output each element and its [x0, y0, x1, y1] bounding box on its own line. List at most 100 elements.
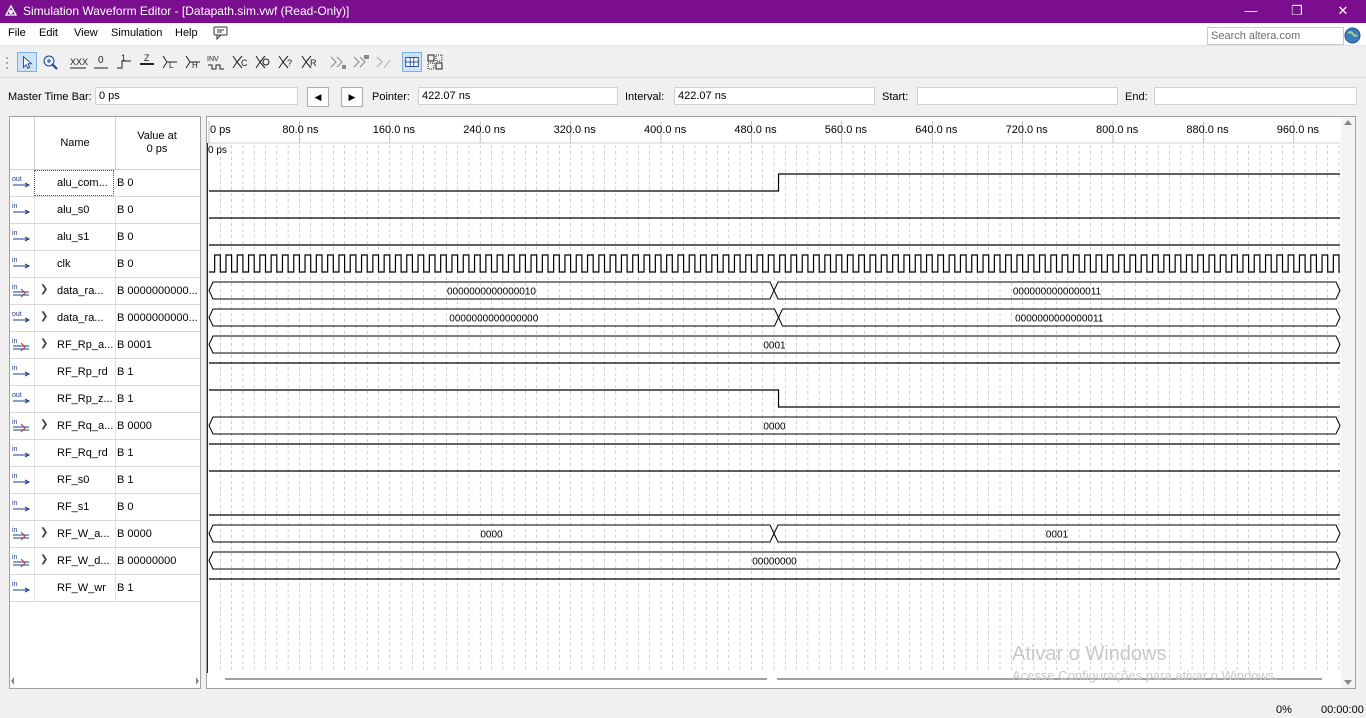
signal-value: B 0 — [117, 258, 134, 270]
value-column-header[interactable]: Value at 0 ps — [114, 130, 200, 156]
minimize-button[interactable]: — — [1228, 0, 1274, 23]
grid-view-icon[interactable] — [402, 52, 422, 72]
signal-row[interactable]: in ❯ data_ra... B 0000000000... — [10, 278, 200, 305]
signal-row[interactable]: in RF_s0 B 1 — [10, 467, 200, 494]
random-value-icon[interactable]: R — [299, 52, 319, 72]
signal-list-hscrollbar[interactable] — [9, 674, 201, 688]
weak-high-icon[interactable]: H — [183, 52, 203, 72]
expand-chevron-icon[interactable]: ❯ — [40, 284, 48, 295]
toolbar-grip — [6, 57, 8, 69]
progress-percent: 0% — [1276, 704, 1292, 716]
search-input[interactable]: Search altera.com — [1207, 27, 1344, 45]
snap-to-grid-icon[interactable] — [328, 52, 348, 72]
signal-row[interactable]: out ❯ data_ra... B 0000000000... — [10, 305, 200, 332]
input-pin-icon: in — [12, 230, 31, 242]
start-field[interactable] — [917, 87, 1118, 105]
signal-row[interactable]: in alu_s1 B 0 — [10, 224, 200, 251]
stretch-icon[interactable] — [351, 52, 371, 72]
time-tick-label: 160.0 ns — [373, 124, 416, 136]
time-tick-label: 560.0 ns — [825, 124, 868, 136]
signal-name: RF_Rp_a... — [57, 339, 114, 351]
pointer-field[interactable]: 422.07 ns — [418, 87, 618, 105]
svg-text:in: in — [12, 446, 18, 453]
menu-simulation[interactable]: Simulation — [111, 27, 162, 39]
expand-chevron-icon[interactable]: ❯ — [40, 338, 48, 349]
toolbar: XXX 0 1 Z L H INV C ? R — [0, 50, 1366, 78]
waveform-canvas[interactable]: 0 ps 80.0 ns 160.0 ns 240.0 ns 320.0 ns 400.0… — [206, 117, 1355, 688]
signal-row[interactable]: in ❯ RF_W_d... B 00000000 — [10, 548, 200, 575]
globe-icon[interactable] — [1344, 27, 1361, 44]
signal-row[interactable]: in RF_Rq_rd B 1 — [10, 440, 200, 467]
end-field[interactable] — [1154, 87, 1357, 105]
value-header-line1: Value at — [137, 130, 177, 142]
restore-button[interactable]: ❐ — [1274, 0, 1320, 23]
signal-row[interactable]: in ❯ RF_Rq_a... B 0000 — [10, 413, 200, 440]
high-impedance-icon[interactable]: Z — [137, 52, 157, 72]
bus-value-label: 0000000000000011 — [1015, 314, 1104, 325]
end-label: End: — [1125, 91, 1148, 103]
bus-value-label: 0000000000000011 — [1013, 287, 1102, 298]
signal-name: alu_com... — [57, 177, 108, 189]
signal-row[interactable]: in RF_s1 B 0 — [10, 494, 200, 521]
name-column-header[interactable]: Name — [34, 117, 116, 169]
expand-chevron-icon[interactable]: ❯ — [40, 554, 48, 565]
master-time-bar-field[interactable]: 0 ps — [95, 87, 298, 105]
activation-watermark-title: Ativar o Windows — [1012, 643, 1167, 665]
overwrite-clock-icon[interactable] — [253, 52, 273, 72]
window-title: Simulation Waveform Editor - [Datapath.s… — [23, 4, 350, 18]
weak-low-icon[interactable]: L — [160, 52, 180, 72]
selection-tool-icon[interactable] — [17, 52, 37, 72]
feedback-icon[interactable] — [213, 26, 229, 40]
arrow-left-icon: ◀ — [314, 92, 322, 102]
bus-value-label: 0001 — [763, 341, 786, 352]
signal-row[interactable]: in clk B 0 — [10, 251, 200, 278]
time-tick-label: 80.0 ns — [282, 124, 319, 136]
input-bus-icon: in — [12, 338, 29, 352]
svg-text:Z: Z — [144, 53, 150, 63]
bus-value-label: 0000 — [480, 530, 503, 541]
signal-row[interactable]: in ❯ RF_W_a... B 0000 — [10, 521, 200, 548]
svg-text:in: in — [12, 257, 18, 264]
signal-row[interactable]: in ❯ RF_Rp_a... B 0001 — [10, 332, 200, 359]
svg-text:L: L — [169, 61, 174, 70]
cursor-time-label: 0 ps — [208, 145, 227, 156]
menu-file[interactable]: File — [8, 27, 26, 39]
signal-name: RF_Rq_rd — [57, 447, 108, 459]
signal-name-cell[interactable] — [34, 251, 116, 277]
close-button[interactable]: ✕ — [1320, 0, 1366, 23]
force-low-icon[interactable]: 0 — [91, 52, 111, 72]
menu-help[interactable]: Help — [175, 27, 198, 39]
signal-row[interactable]: in RF_W_wr B 1 — [10, 575, 200, 602]
interval-field[interactable]: 422.07 ns — [674, 87, 875, 105]
signal-name: RF_Rq_a... — [57, 420, 114, 432]
svg-text:in: in — [12, 203, 18, 210]
time-tick-label: 240.0 ns — [463, 124, 506, 136]
signal-row[interactable]: in alu_s0 B 0 — [10, 197, 200, 224]
invert-icon[interactable]: INV — [206, 52, 226, 72]
signal-row[interactable]: out RF_Rp_z... B 1 — [10, 386, 200, 413]
svg-text:in: in — [12, 473, 18, 480]
input-pin-icon: in — [12, 257, 31, 269]
uninitialized-icon[interactable]: XXX — [68, 52, 88, 72]
signal-list-panel: Name Value at 0 ps out alu_com... B 0 in alu… — [9, 116, 201, 689]
compress-icon[interactable] — [374, 52, 394, 72]
svg-text:in: in — [12, 581, 18, 588]
signal-name: alu_s0 — [57, 204, 90, 216]
force-high-icon[interactable]: 1 — [114, 52, 134, 72]
expand-chevron-icon[interactable]: ❯ — [40, 311, 48, 322]
expand-chevron-icon[interactable]: ❯ — [40, 419, 48, 430]
previous-transition-button[interactable]: ◀ — [307, 87, 329, 107]
bus-value-label: 0001 — [1046, 530, 1069, 541]
next-transition-button[interactable]: ▶ — [341, 87, 363, 107]
zoom-tool-icon[interactable] — [40, 52, 60, 72]
waveform-panel[interactable]: 0 ps 80.0 ns 160.0 ns 240.0 ns 320.0 ns 400.0… — [206, 116, 1356, 689]
arbitrary-value-icon[interactable]: ? — [276, 52, 296, 72]
group-icon[interactable] — [425, 52, 445, 72]
count-value-icon[interactable]: C — [230, 52, 250, 72]
signal-row[interactable]: out alu_com... B 0 — [10, 170, 200, 197]
menu-edit[interactable]: Edit — [39, 27, 58, 39]
signal-row[interactable]: in RF_Rp_rd B 1 — [10, 359, 200, 386]
menu-view[interactable]: View — [74, 27, 98, 39]
expand-chevron-icon[interactable]: ❯ — [40, 527, 48, 538]
signal-value: B 0000 — [117, 420, 152, 432]
